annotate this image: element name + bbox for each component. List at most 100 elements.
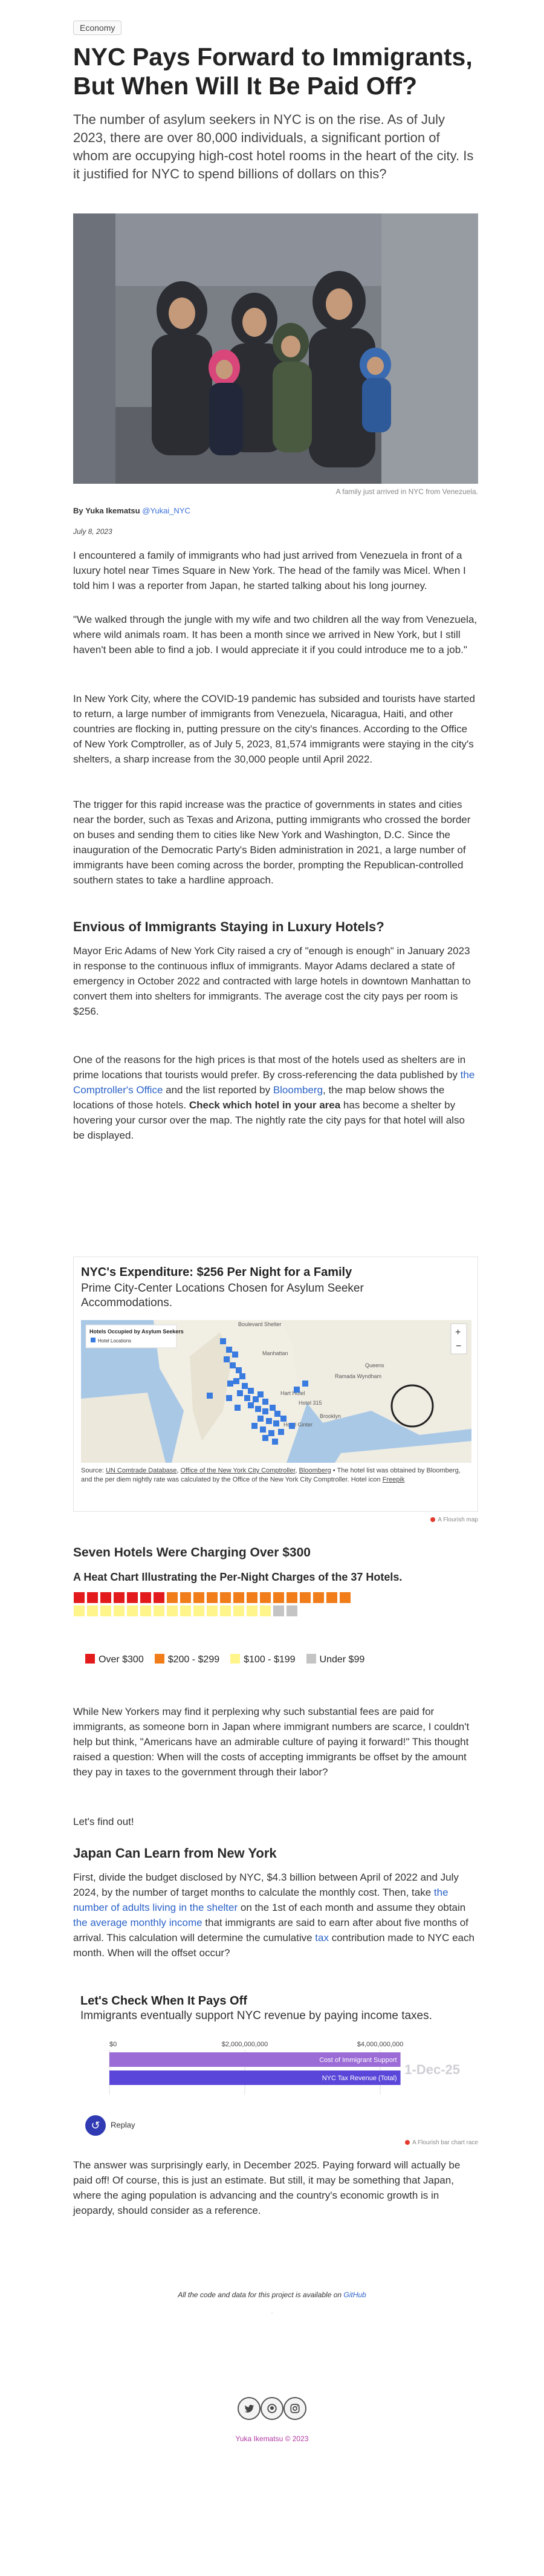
heat-cell[interactable] — [140, 1592, 152, 1604]
heat-cell[interactable] — [246, 1592, 258, 1604]
source-link[interactable]: Office of the New York City Comptroller — [180, 1467, 295, 1474]
heat-cell[interactable] — [273, 1605, 285, 1617]
hotel-pin[interactable] — [289, 1423, 295, 1429]
flourish-credit[interactable]: A Flourish map — [430, 1517, 478, 1523]
hotel-pin[interactable] — [266, 1418, 272, 1424]
heat-cell[interactable] — [299, 1592, 311, 1604]
hotel-pin[interactable] — [239, 1373, 245, 1379]
heat-cell[interactable] — [233, 1592, 245, 1604]
heat-cell[interactable] — [233, 1605, 245, 1617]
hotel-pin[interactable] — [270, 1405, 276, 1411]
instagram-icon[interactable] — [283, 2397, 306, 2420]
heat-cell[interactable] — [286, 1605, 298, 1617]
heat-cell[interactable] — [100, 1605, 112, 1617]
heat-cell[interactable] — [140, 1605, 152, 1617]
hotel-pin[interactable] — [248, 1402, 254, 1408]
heat-cell[interactable] — [73, 1592, 85, 1604]
hotel-pin[interactable] — [220, 1338, 226, 1344]
hotel-pin[interactable] — [262, 1399, 268, 1405]
heat-cell[interactable] — [259, 1605, 271, 1617]
hotel-pin[interactable] — [257, 1391, 264, 1397]
heat-cell[interactable] — [73, 1605, 85, 1617]
hotel-pin[interactable] — [273, 1420, 279, 1426]
hotel-pin[interactable] — [237, 1390, 243, 1396]
hotel-pin[interactable] — [268, 1430, 274, 1436]
heat-cell[interactable] — [86, 1605, 99, 1617]
heat-cell[interactable] — [206, 1605, 218, 1617]
bar-chart: $0 $2,000,000,000 $4,000,000,000 Cost of Im… — [109, 2041, 460, 2095]
hotel-pin[interactable] — [224, 1356, 230, 1362]
heat-cell[interactable] — [312, 1592, 325, 1604]
heat-cell[interactable] — [153, 1605, 165, 1617]
github-icon[interactable] — [261, 2397, 283, 2420]
freepik-link[interactable]: Freepik — [383, 1476, 405, 1483]
heat-cell[interactable] — [219, 1605, 232, 1617]
tax-link[interactable]: tax — [315, 1932, 329, 1943]
hotel-pin[interactable] — [257, 1416, 264, 1422]
hotel-pin[interactable] — [262, 1435, 268, 1441]
heat-cell[interactable] — [166, 1605, 178, 1617]
hotel-pin[interactable] — [272, 1439, 278, 1445]
hotel-pin[interactable] — [244, 1395, 250, 1401]
hotel-pin[interactable] — [280, 1416, 287, 1422]
hotel-pin[interactable] — [274, 1411, 280, 1417]
hotel-pin[interactable] — [262, 1408, 268, 1414]
heading-japan: Japan Can Learn from New York — [73, 1846, 277, 1861]
legend-swatch — [85, 1654, 95, 1664]
hotel-pin[interactable] — [302, 1381, 308, 1387]
heat-cell[interactable] — [339, 1592, 351, 1604]
text: All the code and data for this project i… — [178, 2291, 344, 2299]
hotel-pin[interactable] — [233, 1378, 239, 1384]
heat-cell[interactable] — [219, 1592, 232, 1604]
heat-cell[interactable] — [193, 1592, 205, 1604]
hotel-pin[interactable] — [232, 1351, 238, 1358]
replay-button[interactable]: ↺ Replay — [85, 2115, 135, 2136]
heat-cell[interactable] — [113, 1592, 125, 1604]
monthly-income-link[interactable]: the average monthly income — [73, 1917, 202, 1928]
source-link[interactable]: Bloomberg — [299, 1467, 331, 1474]
heat-cell[interactable] — [100, 1592, 112, 1604]
hotel-pin[interactable] — [260, 1426, 266, 1433]
hotel-pin[interactable] — [278, 1429, 284, 1435]
heat-cell[interactable] — [166, 1592, 178, 1604]
heat-cell[interactable] — [273, 1592, 285, 1604]
map-label: Hotel 315 — [299, 1400, 322, 1406]
hotel-pin[interactable] — [235, 1405, 241, 1411]
hotel-pin[interactable] — [236, 1367, 242, 1373]
heat-cell[interactable] — [286, 1592, 298, 1604]
heat-cell[interactable] — [126, 1605, 138, 1617]
hotel-pin[interactable] — [227, 1381, 233, 1387]
heat-cell[interactable] — [86, 1592, 99, 1604]
hotel-pin[interactable] — [230, 1362, 236, 1368]
heat-cell[interactable] — [193, 1605, 205, 1617]
copyright: Yuka Ikematsu © 2023 — [235, 2435, 309, 2443]
heat-cell[interactable] — [126, 1592, 138, 1604]
hotel-pin[interactable] — [255, 1406, 261, 1412]
category-tag[interactable]: Economy — [73, 21, 122, 35]
hotel-pin[interactable] — [242, 1383, 248, 1389]
heat-cell[interactable] — [180, 1605, 192, 1617]
hotel-pin[interactable] — [226, 1347, 232, 1353]
hotel-pin[interactable] — [251, 1423, 257, 1429]
source-link[interactable]: UN Comtrade Database — [106, 1467, 176, 1474]
paragraph-10: The answer was surprisingly early, in De… — [73, 2159, 461, 2216]
hotel-pin[interactable] — [294, 1387, 300, 1393]
heat-cell[interactable] — [246, 1605, 258, 1617]
bloomberg-link[interactable]: Bloomberg — [273, 1084, 323, 1096]
flourish-bar-credit[interactable]: A Flourish bar chart race — [405, 2139, 478, 2146]
heat-cell[interactable] — [113, 1605, 125, 1617]
hotel-pin[interactable] — [248, 1388, 254, 1394]
text: A Flourish map — [438, 1517, 478, 1523]
heat-cell[interactable] — [153, 1592, 165, 1604]
heat-cell[interactable] — [259, 1592, 271, 1604]
hotel-pin[interactable] — [207, 1393, 213, 1399]
heat-cell[interactable] — [326, 1592, 338, 1604]
twitter-icon[interactable] — [238, 2397, 261, 2420]
author-handle-link[interactable]: @Yukai_NYC — [142, 506, 190, 515]
map-label: Boulevard Shelter — [238, 1321, 282, 1327]
heat-cell[interactable] — [180, 1592, 192, 1604]
hotel-pin[interactable] — [226, 1395, 232, 1401]
github-link[interactable]: GitHub — [343, 2291, 366, 2299]
heat-cell[interactable] — [206, 1592, 218, 1604]
hotel-map[interactable]: Boulevard Shelter Manhattan Queens Brook… — [81, 1320, 471, 1463]
